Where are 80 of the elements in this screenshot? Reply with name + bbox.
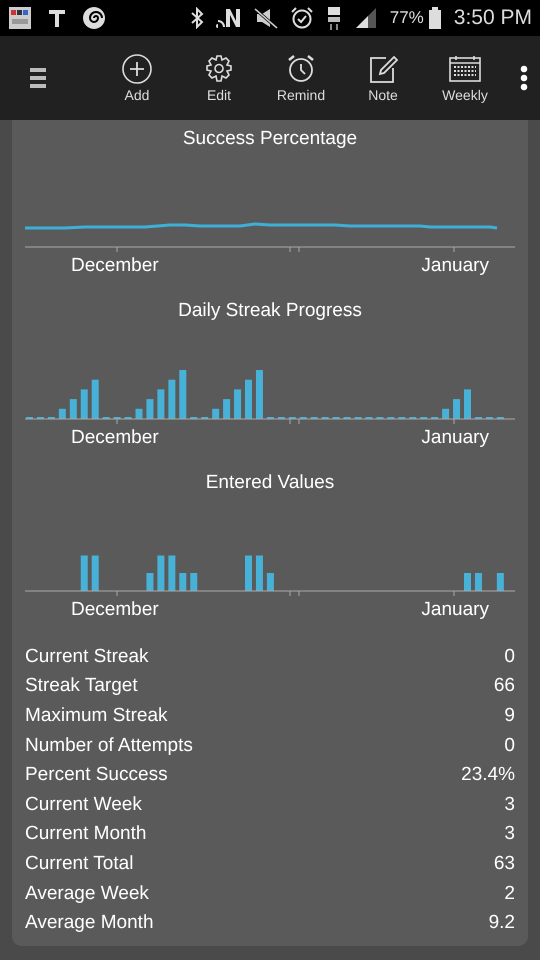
news-app-icon — [8, 6, 32, 30]
stat-value: 0 — [504, 646, 515, 668]
stat-value: 3 — [504, 823, 515, 846]
menu-button[interactable] — [30, 66, 46, 90]
stat-label: Number of Attempts — [25, 734, 193, 757]
bar — [146, 573, 154, 590]
bar — [496, 573, 504, 590]
spiral-app-icon — [82, 6, 106, 30]
bluetooth-icon — [190, 7, 204, 29]
bar — [190, 573, 198, 590]
axis-label: December — [71, 599, 159, 621]
axis-label: January — [421, 427, 489, 449]
stat-label: Percent Success — [25, 764, 168, 786]
alarm-icon — [290, 6, 314, 30]
axis-label: December — [71, 427, 159, 449]
stat-label: Average Week — [25, 882, 149, 905]
stat-label: Current Week — [25, 794, 142, 816]
bar — [70, 399, 77, 418]
mute-icon — [254, 7, 278, 29]
bar — [157, 556, 164, 590]
bar — [92, 556, 99, 590]
stat-value: 0 — [504, 734, 515, 757]
stat-value: 9 — [504, 704, 515, 727]
bar — [80, 556, 88, 590]
bar — [92, 380, 99, 418]
bar — [245, 556, 252, 590]
bar — [464, 573, 471, 590]
battery-icon — [428, 6, 442, 30]
stat-value: 23.4% — [461, 764, 515, 786]
bar — [136, 408, 142, 418]
stat-label: Average Month — [25, 912, 154, 934]
bar — [212, 408, 220, 418]
bar — [223, 399, 230, 418]
battery-percent: 77% — [390, 8, 424, 28]
bar — [157, 389, 164, 418]
stat-label: Current Total — [25, 852, 134, 875]
calendar-icon — [448, 54, 482, 84]
add-icon — [120, 54, 154, 84]
bar — [453, 399, 460, 418]
stat-value: 2 — [504, 882, 515, 905]
bar — [80, 389, 88, 418]
menu-icon — [30, 66, 46, 90]
bar — [464, 389, 471, 418]
bar — [168, 556, 176, 590]
axis-label: December — [71, 255, 159, 277]
toolbar-button[interactable]: Add — [96, 54, 178, 102]
chart-title: Entered Values — [204, 472, 336, 495]
bar — [146, 399, 154, 418]
toolbar-button[interactable]: Weekly — [424, 54, 506, 102]
bar — [266, 573, 274, 590]
nfc-icon — [216, 7, 242, 29]
bar — [234, 389, 242, 418]
bar — [256, 370, 263, 418]
more-icon — [520, 65, 528, 91]
axis-label: January — [421, 599, 489, 621]
stat-label: Current Streak — [25, 646, 149, 668]
clock: 3:50 PM — [454, 6, 532, 30]
chart-title: Success Percentage — [182, 128, 358, 151]
stat-value: 9.2 — [488, 912, 515, 934]
stat-label: Current Month — [25, 823, 146, 846]
stat-value: 66 — [494, 675, 515, 698]
stat-label: Streak Target — [25, 675, 138, 698]
bar — [58, 408, 66, 418]
bar — [179, 370, 186, 418]
bar — [474, 573, 482, 590]
bar — [442, 408, 450, 418]
stat-value: 3 — [504, 794, 515, 816]
chart-title: Daily Streak Progress — [177, 300, 363, 323]
more-options-button[interactable] — [520, 65, 528, 91]
stat-value: 63 — [494, 852, 515, 875]
stat-label: Maximum Streak — [25, 704, 168, 727]
bar — [179, 573, 186, 590]
axis-label: January — [421, 255, 489, 277]
signal-icon — [354, 6, 378, 30]
toolbar-button[interactable]: Note — [342, 54, 424, 102]
toolbar-button[interactable]: Edit — [178, 54, 260, 102]
toolbar-button[interactable]: Remind — [260, 54, 342, 102]
bar — [256, 556, 263, 590]
bar — [168, 380, 176, 418]
bar — [245, 380, 252, 418]
